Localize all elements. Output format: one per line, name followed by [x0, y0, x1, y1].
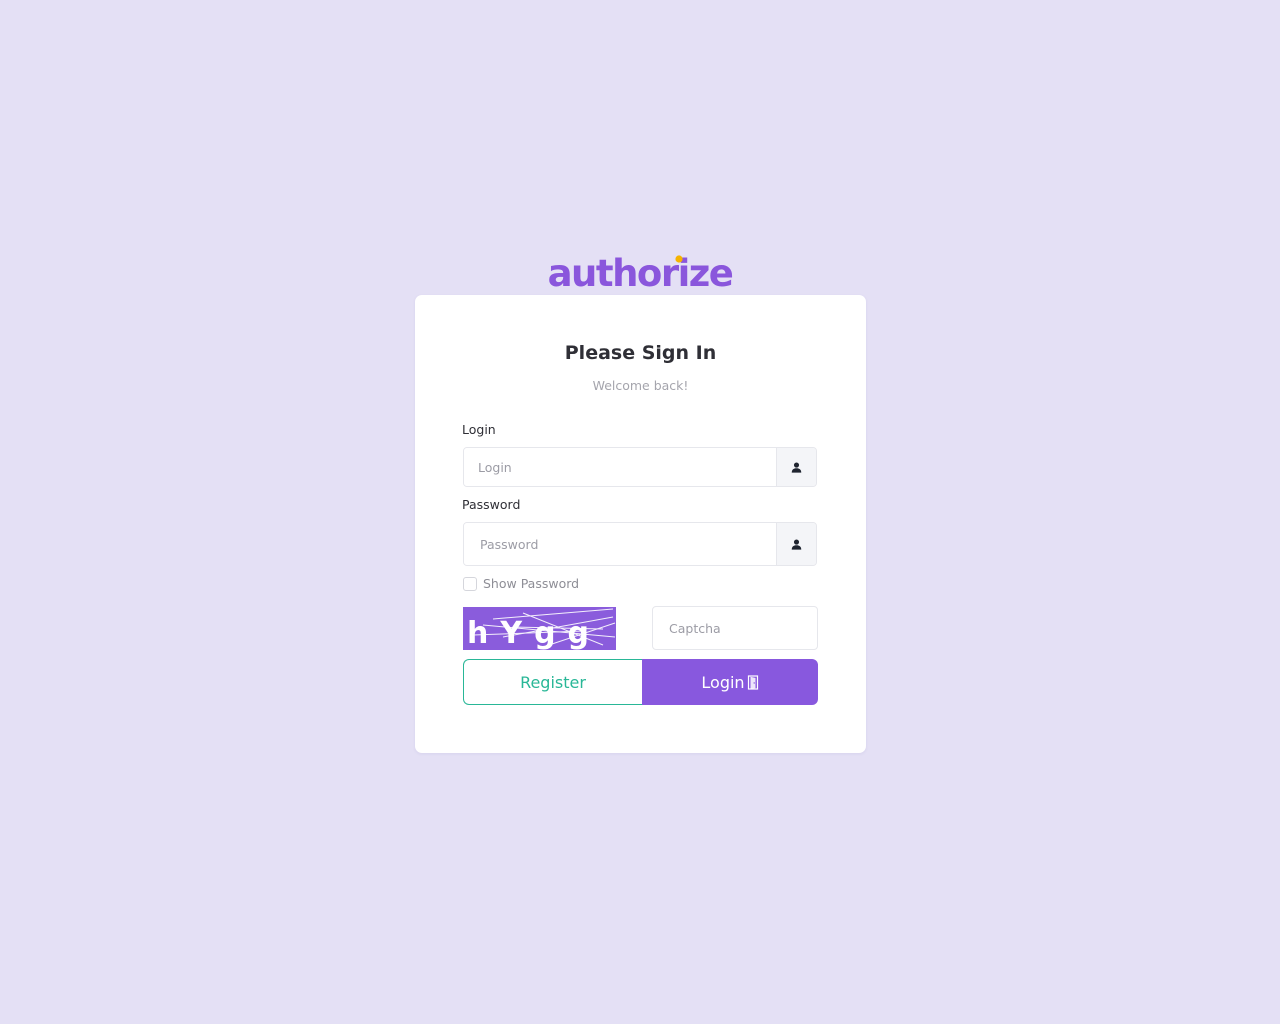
login-button-label: Login [701, 672, 745, 692]
register-button-label: Register [520, 672, 586, 692]
login-input[interactable] [464, 448, 776, 486]
password-addon [776, 523, 816, 565]
password-input[interactable] [464, 523, 776, 565]
sign-in-card: Please Sign In Welcome back! Login Passw… [415, 295, 866, 753]
captcha-graphic: hYgg [463, 607, 616, 651]
brand-name: authorize [548, 252, 733, 292]
brand-dot-icon [675, 255, 683, 263]
password-label: Password [462, 497, 521, 512]
brand-logo: authorize [0, 248, 1280, 296]
login-addon [776, 448, 816, 486]
register-button[interactable]: Register [463, 659, 642, 705]
show-password-checkbox[interactable] [463, 576, 477, 591]
show-password-toggle[interactable]: Show Password [463, 576, 579, 591]
page-title: Please Sign In [564, 342, 717, 364]
show-password-label: Show Password [483, 576, 580, 591]
page-subtitle: Welcome back! [592, 378, 689, 393]
password-input-group [463, 522, 817, 566]
login-input-group [463, 447, 817, 487]
user-icon [791, 538, 802, 550]
captcha-image: hYgg [463, 607, 616, 651]
user-icon [791, 461, 802, 473]
authorize-logo-icon: authorize [548, 252, 735, 292]
login-label: Login [462, 422, 496, 437]
captcha-text: hYgg [467, 616, 601, 650]
door-icon [747, 674, 759, 690]
captcha-input[interactable] [652, 606, 818, 650]
login-button[interactable]: Login [642, 659, 818, 705]
